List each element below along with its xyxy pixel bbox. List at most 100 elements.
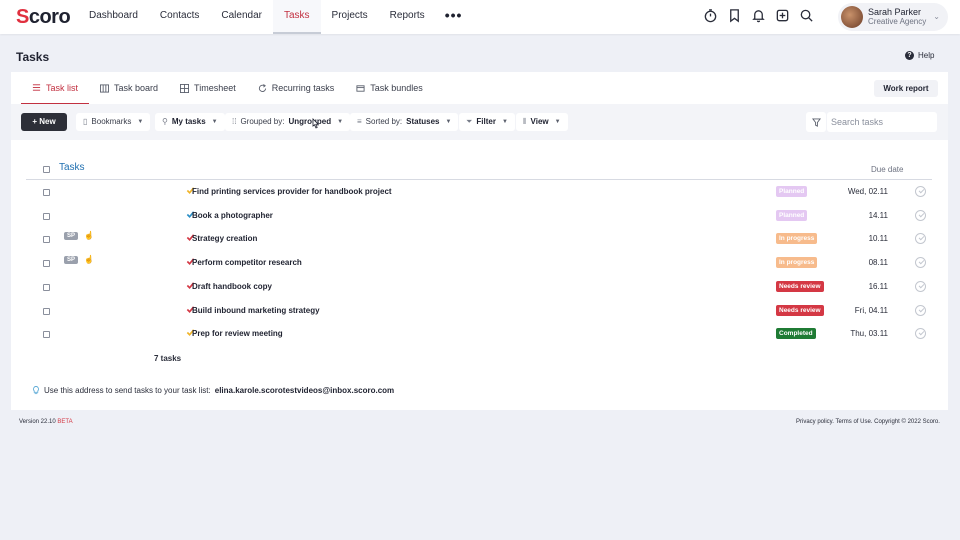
chevron-down-icon: ▼: [554, 119, 561, 125]
help-button[interactable]: ? Help: [905, 51, 934, 60]
task-name[interactable]: Strategy creation: [192, 234, 257, 243]
help-label: Help: [918, 51, 935, 60]
task-name[interactable]: Prep for review meeting: [192, 329, 283, 338]
complete-task-icon[interactable]: [915, 186, 926, 197]
work-report-button[interactable]: Work report: [874, 80, 938, 97]
complete-task-icon[interactable]: [915, 257, 926, 269]
tab-task-list[interactable]: Task list: [21, 72, 90, 104]
status-badge[interactable]: In progress: [776, 233, 818, 245]
search-filter-button[interactable]: [806, 112, 826, 132]
chevron-down-icon: ▼: [337, 119, 344, 125]
status-badge[interactable]: Planned: [776, 186, 808, 197]
user-organization: Creative Agency: [868, 17, 927, 26]
email-address[interactable]: elina.karole.scorotestvideos@inbox.scoro…: [215, 386, 394, 395]
footer-links[interactable]: Privacy policy. Terms of Use. Copyright …: [796, 419, 940, 425]
timer-icon[interactable]: [703, 8, 718, 23]
select-all-checkbox[interactable]: [43, 166, 50, 173]
my-tasks-dropdown[interactable]: ⚲ My tasks ▼: [155, 113, 225, 131]
complete-task-icon[interactable]: [915, 280, 926, 292]
task-checkbox[interactable]: [43, 260, 50, 268]
task-row[interactable]: Find printing services provider for hand…: [26, 181, 932, 204]
email-note: Use this address to send tasks to your t…: [32, 386, 394, 395]
view-dropdown[interactable]: ⦀ View ▼: [516, 113, 568, 131]
complete-task-icon[interactable]: [915, 233, 926, 245]
task-checkbox[interactable]: [43, 307, 50, 315]
sp-badge: SP: [64, 232, 79, 241]
add-icon[interactable]: [775, 8, 790, 23]
view-label: View: [530, 117, 549, 126]
status-badge[interactable]: Needs review: [776, 304, 824, 316]
tasks-card: Task list Task board Timesheet Recurring…: [11, 72, 948, 410]
hand-icon: ☝: [84, 255, 94, 265]
tab-task-board[interactable]: Task board: [89, 72, 169, 104]
new-task-button[interactable]: + New: [21, 113, 67, 131]
tab-label: Task board: [114, 83, 159, 93]
list-title[interactable]: Tasks: [59, 162, 85, 173]
filter-dropdown[interactable]: ⏷ Filter ▼: [459, 113, 515, 131]
due-date-header[interactable]: Due date: [871, 165, 903, 174]
logo-text: coro: [28, 6, 71, 28]
user-name: Sarah Parker: [868, 7, 922, 17]
complete-task-icon[interactable]: [915, 209, 926, 221]
status-badge[interactable]: In progress: [776, 257, 818, 269]
task-row[interactable]: Draft handbook copy Needs review 16.11: [26, 276, 932, 299]
task-row[interactable]: Book a photographer Planned 14.11: [26, 205, 932, 228]
tab-task-bundles[interactable]: Task bundles: [345, 72, 434, 104]
scoro-logo[interactable]: Scoro: [16, 6, 71, 29]
tab-recurring-tasks[interactable]: Recurring tasks: [247, 72, 346, 104]
more-menu-icon[interactable]: •••: [436, 0, 472, 34]
nav-dashboard[interactable]: Dashboard: [78, 0, 149, 34]
nav-tasks[interactable]: Tasks: [272, 0, 321, 34]
user-menu[interactable]: Sarah Parker Creative Agency ⌄: [838, 3, 948, 31]
task-checkbox[interactable]: [43, 331, 50, 339]
complete-task-icon[interactable]: [915, 304, 926, 316]
search-icon[interactable]: [799, 8, 814, 23]
nav-reports[interactable]: Reports: [379, 0, 436, 34]
tab-label: Timesheet: [194, 83, 236, 93]
grouped-by-prefix: Grouped by:: [240, 117, 285, 126]
due-date: Fri, 04.11: [854, 305, 888, 315]
mouse-cursor-icon: [312, 118, 319, 129]
bookmarks-dropdown[interactable]: ▯ Bookmarks ▼: [76, 113, 151, 131]
due-date: 14.11: [868, 210, 888, 220]
task-checkbox[interactable]: [43, 212, 50, 220]
sorted-by-prefix: Sorted by:: [365, 117, 403, 126]
due-date: 16.11: [868, 281, 888, 291]
bookmark-icon: ▯: [83, 117, 88, 126]
top-navigation: Scoro Dashboard Contacts Calendar Tasks …: [0, 0, 960, 34]
search-input[interactable]: [827, 112, 937, 132]
email-note-text: Use this address to send tasks to your t…: [44, 386, 211, 395]
sorted-by-dropdown[interactable]: ≡ Sorted by: Statuses ▼: [350, 113, 459, 131]
task-name[interactable]: Perform competitor research: [192, 258, 302, 267]
task-row[interactable]: Build inbound marketing strategy Needs re…: [26, 300, 932, 323]
bell-icon[interactable]: [751, 8, 766, 23]
task-name[interactable]: Draft handbook copy: [192, 282, 272, 291]
task-checkbox[interactable]: [43, 236, 50, 244]
task-name[interactable]: Find printing services provider for hand…: [192, 187, 392, 196]
task-row[interactable]: SP ☝ Strategy creation In progress 10.11: [26, 228, 932, 251]
task-name[interactable]: Book a photographer: [192, 211, 273, 220]
nav-contacts[interactable]: Contacts: [149, 0, 210, 34]
beta-badge: BETA: [57, 419, 73, 425]
tab-label: Task bundles: [370, 83, 423, 93]
status-badge[interactable]: Planned: [776, 209, 808, 221]
chevron-down-icon: ▼: [211, 119, 218, 125]
grid-icon: [180, 83, 190, 93]
sorted-by-value: Statuses: [406, 117, 440, 126]
nav-projects[interactable]: Projects: [321, 0, 379, 34]
bookmark-icon[interactable]: [727, 8, 742, 23]
complete-task-icon[interactable]: [915, 328, 926, 340]
question-icon: ?: [905, 51, 914, 60]
grouped-by-dropdown[interactable]: ⁞⁞ Grouped by: Ungrouped ▼: [225, 113, 351, 131]
task-checkbox[interactable]: [43, 189, 50, 196]
task-checkbox[interactable]: [43, 283, 50, 291]
task-name[interactable]: Build inbound marketing strategy: [192, 306, 320, 315]
status-badge[interactable]: Completed: [776, 328, 816, 340]
version-text: Version 22.10: [19, 419, 56, 425]
view-tabs: Task list Task board Timesheet Recurring…: [21, 72, 434, 104]
tab-timesheet[interactable]: Timesheet: [169, 72, 247, 104]
nav-calendar[interactable]: Calendar: [210, 0, 273, 34]
task-row[interactable]: SP ☝ Perform competitor research In progres…: [26, 252, 932, 275]
status-badge[interactable]: Needs review: [776, 280, 824, 292]
task-row[interactable]: Prep for review meeting Completed Thu, 03.…: [26, 323, 932, 346]
